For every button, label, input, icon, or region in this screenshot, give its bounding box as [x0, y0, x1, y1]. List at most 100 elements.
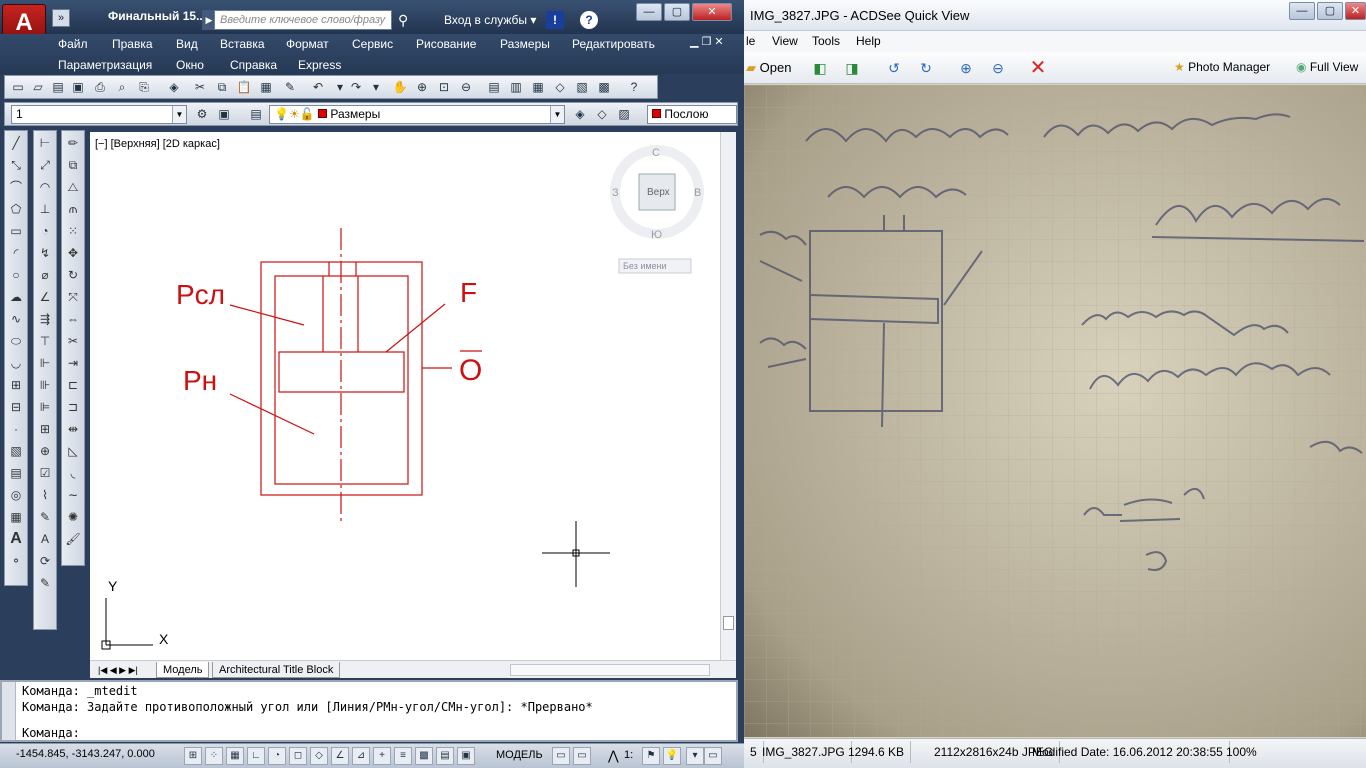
dim-radius-icon[interactable]: ◔ [35, 221, 55, 241]
infer-icon[interactable]: ⊞ [184, 747, 202, 765]
rotate-right-icon[interactable]: ↻ [914, 57, 938, 79]
menu-format[interactable]: Формат [286, 37, 329, 51]
model-space-label[interactable]: МОДЕЛЬ [496, 749, 543, 761]
center-mark-icon[interactable]: ⊕ [35, 441, 55, 461]
tab-title-block[interactable]: Architectural Title Block [212, 662, 341, 678]
jog-line-icon[interactable]: ⌇ [35, 485, 55, 505]
binoculars-icon[interactable]: ⚲ [398, 12, 408, 29]
properties-icon[interactable]: ▤ [485, 78, 503, 96]
dim-diameter-icon[interactable]: ⌀ [35, 265, 55, 285]
table-icon[interactable]: ▦ [6, 507, 26, 527]
layer-previous-icon[interactable]: ▣ [215, 105, 233, 123]
dim-arc-icon[interactable]: ◠ [35, 177, 55, 197]
move-icon[interactable]: ✥ [63, 243, 83, 263]
break-at-point-icon[interactable]: ⊏ [63, 375, 83, 395]
layer-iso-icon[interactable]: ▨ [615, 105, 633, 123]
sign-in-services[interactable]: Вход в службы ▾ [428, 10, 544, 30]
join-icon[interactable]: ⇹ [63, 419, 83, 439]
layer-properties-icon[interactable]: ▤ [247, 105, 265, 123]
tab-nav-arrows[interactable]: |◀ ◀ ▶ ▶| [92, 662, 144, 678]
dim-jogged-icon[interactable]: ↯ [35, 243, 55, 263]
make-current-layer-icon[interactable]: ◈ [571, 105, 589, 123]
redo-icon[interactable]: ↷ [347, 78, 365, 96]
menu-draw[interactable]: Рисование [416, 37, 476, 51]
offset-icon[interactable]: ⫙ [63, 199, 83, 219]
brush-icon[interactable]: ✎ [281, 78, 299, 96]
pan-icon[interactable]: ✋ [391, 78, 409, 96]
rotate-left-icon[interactable]: ↺ [882, 57, 906, 79]
tolerance-icon[interactable]: ⊞ [35, 419, 55, 439]
blend-icon[interactable]: ∼ [63, 485, 83, 505]
acdsee-maximize-button[interactable]: ▢ [1317, 2, 1343, 20]
mtext-icon[interactable]: A [6, 529, 26, 549]
polygon-icon[interactable]: ⬠ [6, 199, 26, 219]
make-block-icon[interactable]: ⊟ [6, 397, 26, 417]
photo-viewport[interactable] [744, 85, 1366, 737]
command-window-handle[interactable] [2, 682, 16, 740]
redo-dropdown-icon[interactable]: ▾ [367, 78, 385, 96]
exchange-icon[interactable]: ! [546, 11, 564, 29]
menu-help[interactable]: Help [856, 34, 881, 48]
maximize-button[interactable]: ▢ [664, 3, 690, 21]
layer-state-manager-icon[interactable]: ⚙ [193, 105, 211, 123]
dyn-icon[interactable]: + [373, 747, 391, 765]
delete-icon[interactable]: ✕ [1026, 57, 1050, 79]
dim-edit-icon[interactable]: ✎ [35, 507, 55, 527]
new-icon[interactable]: ▭ [9, 78, 27, 96]
quick-dim-icon[interactable]: ⇶ [35, 309, 55, 329]
dim-linear-icon[interactable]: ⊢ [35, 133, 55, 153]
polar-icon[interactable]: ◔ [268, 747, 286, 765]
tool-palettes-icon[interactable]: ▦ [529, 78, 547, 96]
break-icon[interactable]: ⊐ [63, 397, 83, 417]
dim-ordinate-icon[interactable]: ⊥ [35, 199, 55, 219]
sc-icon[interactable]: ▣ [457, 747, 475, 765]
qp-icon[interactable]: ▤ [436, 747, 454, 765]
zoom-in-icon[interactable]: ⊕ [954, 57, 978, 79]
publish-icon[interactable]: ⎘ [135, 78, 153, 96]
matchprop-icon[interactable]: ◈ [165, 78, 183, 96]
copy-object-icon[interactable]: ⧉ [63, 155, 83, 175]
dim-update-icon[interactable]: ⟳ [35, 551, 55, 571]
zoom-realtime-icon[interactable]: ⊕ [413, 78, 431, 96]
dim-break-icon[interactable]: ⊫ [35, 397, 55, 417]
dim-aligned-icon[interactable]: ⤢ [35, 155, 55, 175]
menu-modify[interactable]: Редактировать [572, 37, 655, 51]
ellipse-icon[interactable]: ⬭ [6, 331, 26, 351]
mirror-icon[interactable]: ⧍ [63, 177, 83, 197]
array-icon[interactable]: ⁙ [63, 221, 83, 241]
menu-edit[interactable]: Правка [112, 37, 153, 51]
region-icon[interactable]: ◎ [6, 485, 26, 505]
polyline-icon[interactable]: ⌒ [6, 177, 26, 197]
layer-state-combo[interactable]: 1 ▼ [11, 105, 187, 124]
model-space-canvas[interactable]: [−] [Верхняя] [2D каркас] Рсл Рн F О Y X… [90, 132, 720, 660]
cmd-prompt[interactable]: Команда: [22, 726, 80, 741]
coordinates-readout[interactable]: -1454.845, -3143.247, 0.000 [16, 748, 155, 760]
search-input[interactable]: Введите ключевое слово/фразу [214, 10, 392, 30]
zoom-previous-icon[interactable]: ⊖ [457, 78, 475, 96]
dim-text-edit-icon[interactable]: A [35, 529, 55, 549]
otrack-icon[interactable]: ∠ [331, 747, 349, 765]
zoom-window-icon[interactable]: ⊡ [435, 78, 453, 96]
3dosnap-icon[interactable]: ◇ [310, 747, 328, 765]
acdsee-close-button[interactable]: ✕ [1345, 2, 1366, 20]
status-zoom[interactable]: 100% [1220, 741, 1263, 763]
point-icon[interactable]: · [6, 419, 26, 439]
annotation-visibility-icon[interactable]: ⚑ [642, 747, 660, 765]
lwt-icon[interactable]: ≡ [394, 747, 412, 765]
undo-icon[interactable]: ↶ [309, 78, 327, 96]
extend-icon[interactable]: ⇥ [63, 353, 83, 373]
menu-view[interactable]: Вид [176, 37, 198, 51]
ortho-icon[interactable]: ∟ [247, 747, 265, 765]
full-view-button[interactable]: ◉ Full View [1296, 60, 1358, 74]
design-center-icon[interactable]: ▥ [507, 78, 525, 96]
sheet-set-icon[interactable]: ◇ [551, 78, 569, 96]
menu-tools[interactable]: Tools [812, 34, 840, 48]
plot-icon[interactable]: ⎙ [91, 78, 109, 96]
acdsee-minimize-button[interactable]: — [1289, 2, 1315, 20]
copy-icon[interactable]: ⧉ [213, 78, 231, 96]
photo-manager-button[interactable]: ★ Photo Manager [1174, 60, 1270, 74]
open-icon[interactable]: ▤ [49, 78, 67, 96]
paste-special-icon[interactable]: ▦ [257, 78, 275, 96]
menu-help[interactable]: Справка [230, 58, 277, 72]
snap-icon[interactable]: ⁘ [205, 747, 223, 765]
